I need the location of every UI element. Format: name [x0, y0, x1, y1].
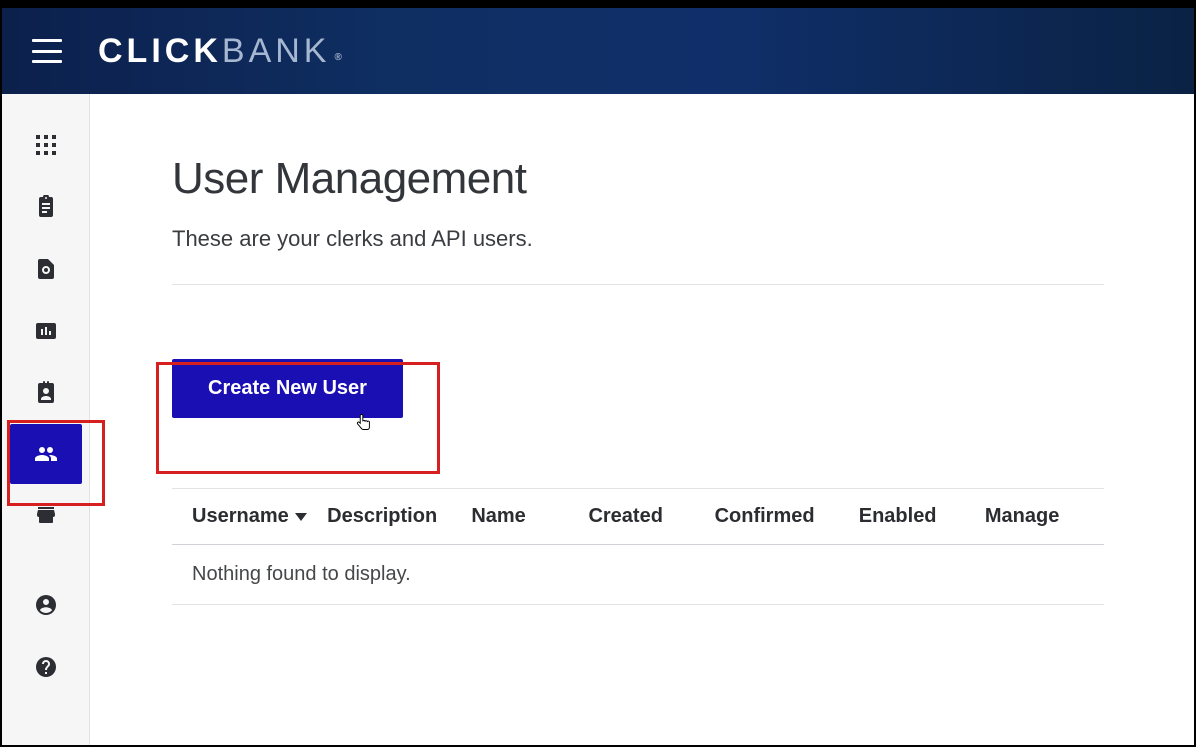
sidebar-item-clipboard[interactable]: [2, 176, 90, 238]
menu-toggle-button[interactable]: [32, 39, 62, 63]
sidebar-item-chart[interactable]: [2, 300, 90, 362]
brand-text-part2: BANK: [222, 32, 331, 71]
action-zone: Create New User: [172, 359, 1104, 418]
column-header-name-label: Name: [471, 505, 525, 528]
column-header-created[interactable]: Created: [588, 505, 714, 528]
table-header-row: Username Description Name Created Confir…: [172, 489, 1104, 545]
column-header-confirmed-label: Confirmed: [715, 505, 815, 528]
account-icon: [34, 593, 58, 617]
table-empty-message: Nothing found to display.: [172, 545, 1104, 605]
column-header-username-label: Username: [192, 505, 289, 528]
sort-desc-icon: [295, 513, 307, 521]
column-header-manage-label: Manage: [985, 505, 1059, 528]
sidebar-item-help[interactable]: [2, 636, 90, 698]
column-header-description[interactable]: Description: [327, 505, 471, 528]
page-subtitle: These are your clerks and API users.: [172, 226, 1104, 252]
brand-trademark-dot: ®: [334, 52, 345, 63]
column-header-manage[interactable]: Manage: [985, 505, 1084, 528]
id-badge-icon: [34, 381, 58, 405]
brand-text-part1: CLICK: [98, 32, 222, 71]
topbar: CLICKBANK®: [2, 2, 1194, 94]
search-doc-icon: [34, 257, 58, 281]
column-header-name[interactable]: Name: [471, 505, 588, 528]
apps-icon: [34, 133, 58, 157]
column-header-username[interactable]: Username: [192, 505, 327, 528]
column-header-description-label: Description: [327, 505, 437, 528]
sidebar: [2, 94, 90, 745]
divider: [172, 284, 1104, 285]
page-title: User Management: [172, 154, 1104, 204]
chart-icon: [34, 319, 58, 343]
sidebar-item-apps[interactable]: [2, 114, 90, 176]
sidebar-item-id-badge[interactable]: [2, 362, 90, 424]
column-header-enabled[interactable]: Enabled: [859, 505, 985, 528]
column-header-confirmed[interactable]: Confirmed: [715, 505, 859, 528]
users-table: Username Description Name Created Confir…: [172, 488, 1104, 605]
sidebar-item-users[interactable]: [10, 424, 82, 484]
create-new-user-label: Create New User: [208, 377, 367, 400]
column-header-created-label: Created: [588, 505, 662, 528]
clipboard-icon: [34, 195, 58, 219]
cursor-pointer-icon: [356, 413, 374, 435]
store-icon: [34, 503, 58, 527]
help-icon: [34, 655, 58, 679]
create-new-user-button[interactable]: Create New User: [172, 359, 403, 418]
brand-logo: CLICKBANK®: [98, 32, 346, 71]
users-icon: [34, 442, 58, 466]
main-content: User Management These are your clerks an…: [90, 94, 1194, 745]
sidebar-item-account[interactable]: [2, 574, 90, 636]
column-header-enabled-label: Enabled: [859, 505, 937, 528]
sidebar-item-search-doc[interactable]: [2, 238, 90, 300]
sidebar-item-store[interactable]: [2, 484, 90, 546]
